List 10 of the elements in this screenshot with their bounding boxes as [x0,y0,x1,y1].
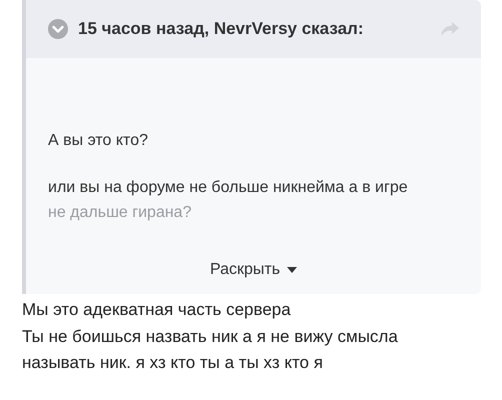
quote-text: не дальше гирана? [48,203,192,223]
share-arrow-icon[interactable] [441,22,459,36]
expand-button[interactable]: Раскрыть [210,258,298,282]
quote-text: А вы это кто? [48,131,148,151]
reply-text: Мы это адекватная часть сервера [22,299,292,321]
quote-attribution: 15 часов назад, NevrVersy сказал: [78,18,364,40]
chevron-circle-icon[interactable] [48,19,68,39]
quote-text: или вы на форуме не больше никнейма а в игре [48,178,408,198]
reply-text: называть ник. я хз кто ты а ты хз кто я [22,352,324,374]
reply-text: Ты не боишься назвать ник а я не вижу смысла [22,326,399,348]
